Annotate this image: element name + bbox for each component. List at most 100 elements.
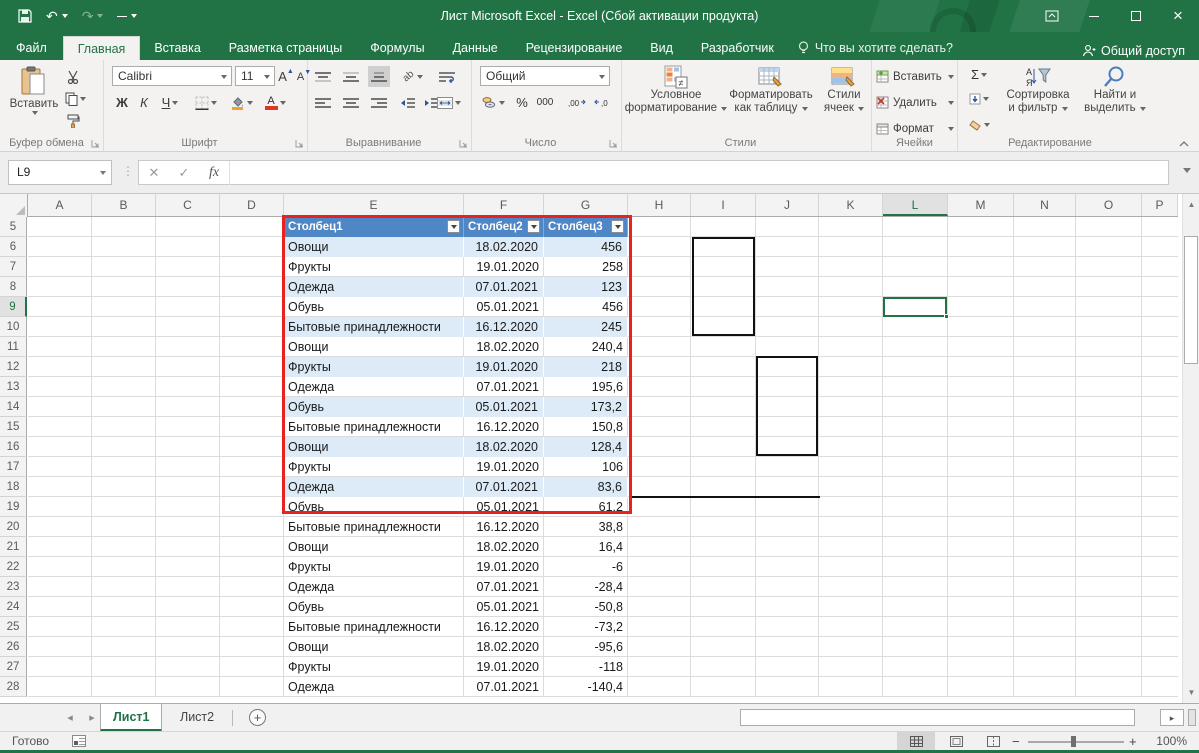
ribbon-tab-Главная[interactable]: Главная: [63, 36, 141, 60]
increase-decimal-icon[interactable]: ,00: [564, 92, 590, 113]
cell-E27[interactable]: Фрукты: [284, 657, 464, 677]
format-painter-icon[interactable]: [62, 110, 84, 131]
row-header-6[interactable]: 6: [0, 237, 27, 257]
row-header-24[interactable]: 24: [0, 597, 27, 617]
ribbon-tab-Рецензирование[interactable]: Рецензирование: [512, 36, 637, 60]
column-header-N[interactable]: N: [1014, 194, 1076, 216]
new-sheet-icon[interactable]: +: [249, 709, 266, 726]
redo-button[interactable]: ↷: [82, 8, 104, 25]
ribbon-tab-Разработчик[interactable]: Разработчик: [687, 36, 788, 60]
zoom-level[interactable]: 100%: [1147, 734, 1187, 748]
clipboard-dialog-launcher-icon[interactable]: [91, 139, 100, 148]
cell-F20[interactable]: 16.12.2020: [464, 517, 544, 537]
tell-me-box[interactable]: Что вы хотите сделать?: [798, 36, 953, 60]
qat-customize-button[interactable]: [117, 14, 137, 18]
collapse-ribbon-icon[interactable]: [1179, 141, 1189, 147]
column-header-H[interactable]: H: [628, 194, 691, 216]
fill-handle[interactable]: [944, 314, 949, 319]
column-header-C[interactable]: C: [156, 194, 220, 216]
row-header-11[interactable]: 11: [0, 337, 27, 357]
vertical-scrollbar[interactable]: ▲ ▼: [1182, 194, 1199, 703]
cell-E28[interactable]: Одежда: [284, 677, 464, 697]
selected-cell-L9[interactable]: [883, 297, 947, 317]
column-header-A[interactable]: A: [28, 194, 92, 216]
macro-record-icon[interactable]: [72, 735, 86, 747]
row-header-10[interactable]: 10: [0, 317, 27, 337]
borders-button[interactable]: [192, 92, 220, 113]
cell-F24[interactable]: 05.01.2021: [464, 597, 544, 617]
ribbon-tab-Данные[interactable]: Данные: [439, 36, 512, 60]
drawn-rectangle-2[interactable]: [756, 356, 818, 456]
ribbon-tab-Разметка страницы[interactable]: Разметка страницы: [215, 36, 356, 60]
fill-color-button[interactable]: [226, 92, 256, 113]
expand-formula-bar-icon[interactable]: [1183, 168, 1191, 173]
name-box[interactable]: L9: [8, 160, 112, 185]
merge-center-button[interactable]: [434, 92, 464, 113]
cell-F25[interactable]: 16.12.2020: [464, 617, 544, 637]
cell-E22[interactable]: Фрукты: [284, 557, 464, 577]
sheet-tab-Лист2[interactable]: Лист2: [168, 704, 226, 731]
alignment-dialog-launcher-icon[interactable]: [459, 139, 468, 148]
decrease-indent-icon[interactable]: [396, 92, 418, 113]
row-header-12[interactable]: 12: [0, 357, 27, 377]
maximize-icon[interactable]: [1115, 0, 1157, 32]
row-header-8[interactable]: 8: [0, 277, 27, 297]
align-right-icon[interactable]: [368, 92, 390, 113]
row-header-23[interactable]: 23: [0, 577, 27, 597]
row-header-25[interactable]: 25: [0, 617, 27, 637]
scroll-down-icon[interactable]: ▼: [1183, 682, 1199, 703]
font-dialog-launcher-icon[interactable]: [295, 139, 304, 148]
cell-E21[interactable]: Овощи: [284, 537, 464, 557]
delete-cells-button[interactable]: Удалить: [876, 92, 954, 113]
column-header-G[interactable]: G: [544, 194, 628, 216]
normal-view-button[interactable]: [897, 732, 935, 751]
row-header-28[interactable]: 28: [0, 677, 27, 697]
select-all-corner[interactable]: [0, 194, 28, 217]
drawn-line[interactable]: [630, 496, 820, 498]
clear-button[interactable]: [962, 114, 996, 135]
horizontal-scroll-thumb[interactable]: [740, 709, 1135, 726]
cell-E26[interactable]: Овощи: [284, 637, 464, 657]
cell-G23[interactable]: -28,4: [544, 577, 628, 597]
cell-F23[interactable]: 07.01.2021: [464, 577, 544, 597]
format-cells-button[interactable]: Формат: [876, 118, 954, 139]
cell-E20[interactable]: Бытовые принадлежности: [284, 517, 464, 537]
prev-sheet-icon[interactable]: ◂: [60, 704, 80, 732]
cell-G22[interactable]: -6: [544, 557, 628, 577]
share-button[interactable]: Общий доступ: [1082, 44, 1185, 58]
cell-E23[interactable]: Одежда: [284, 577, 464, 597]
ribbon-tab-Вид[interactable]: Вид: [636, 36, 687, 60]
scroll-up-icon[interactable]: ▲: [1183, 194, 1199, 215]
ribbon-tab-Формулы[interactable]: Формулы: [356, 36, 438, 60]
cell-E24[interactable]: Обувь: [284, 597, 464, 617]
row-header-14[interactable]: 14: [0, 397, 27, 417]
formula-input-bar[interactable]: ✕ ✓ fx: [138, 160, 1169, 185]
row-header-20[interactable]: 20: [0, 517, 27, 537]
accounting-format-button[interactable]: [478, 92, 508, 113]
cell-G20[interactable]: 38,8: [544, 517, 628, 537]
align-left-icon[interactable]: [312, 92, 334, 113]
undo-button[interactable]: ↶: [46, 8, 68, 25]
cut-icon[interactable]: [62, 66, 84, 87]
comma-style-button[interactable]: 000: [532, 92, 558, 113]
cell-F26[interactable]: 18.02.2020: [464, 637, 544, 657]
bold-button[interactable]: Ж: [112, 92, 132, 113]
find-select-button[interactable]: Найти и выделить: [1080, 62, 1150, 115]
page-break-view-button[interactable]: [974, 732, 1012, 751]
align-bottom-icon[interactable]: [368, 66, 390, 87]
column-header-O[interactable]: O: [1076, 194, 1142, 216]
column-header-K[interactable]: K: [819, 194, 883, 216]
orientation-button[interactable]: ab: [398, 66, 428, 87]
row-header-26[interactable]: 26: [0, 637, 27, 657]
column-header-F[interactable]: F: [464, 194, 544, 216]
cell-G25[interactable]: -73,2: [544, 617, 628, 637]
zoom-out-icon[interactable]: −: [1012, 734, 1020, 749]
align-center-icon[interactable]: [340, 92, 362, 113]
row-header-7[interactable]: 7: [0, 257, 27, 277]
cell-G21[interactable]: 16,4: [544, 537, 628, 557]
page-layout-view-button[interactable]: [937, 732, 975, 751]
row-header-13[interactable]: 13: [0, 377, 27, 397]
row-header-18[interactable]: 18: [0, 477, 27, 497]
row-header-21[interactable]: 21: [0, 537, 27, 557]
cancel-formula-icon[interactable]: ✕: [139, 165, 169, 181]
